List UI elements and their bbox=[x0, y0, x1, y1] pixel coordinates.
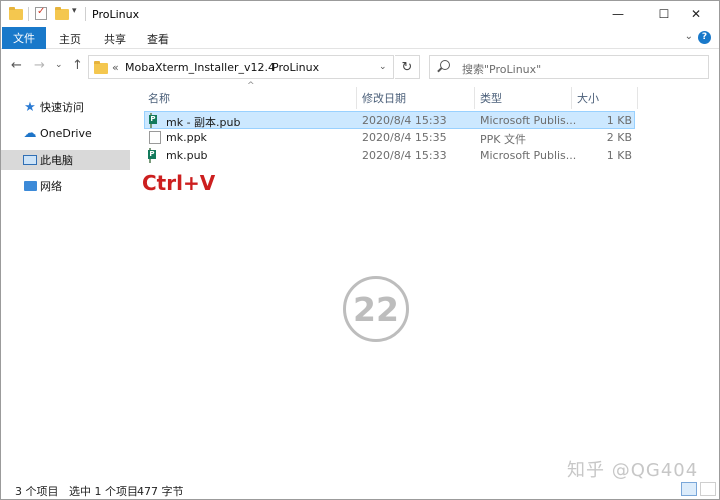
breadcrumb-overflow[interactable]: « bbox=[112, 61, 119, 74]
tab-home[interactable]: 主页 bbox=[59, 31, 81, 47]
search-icon bbox=[440, 60, 450, 70]
sort-ascending-icon: ^ bbox=[247, 81, 255, 91]
tab-view[interactable]: 查看 bbox=[147, 31, 169, 47]
status-bar: 3 个项目 选中 1 个项目 477 字节 bbox=[1, 479, 719, 499]
address-bar[interactable]: « MobaXterm_Installer_v12.4 › ProLinux ⌄ bbox=[88, 55, 394, 79]
column-divider[interactable] bbox=[474, 87, 475, 109]
file-row[interactable]: mk - 副本.pub 2020/8/4 15:33 Microsoft Pub… bbox=[144, 111, 635, 129]
cloud-icon: ☁ bbox=[23, 125, 37, 141]
file-type: Microsoft Publis... bbox=[480, 114, 577, 127]
sidebar-item-onedrive[interactable]: ☁ OneDrive bbox=[1, 123, 130, 143]
item-count: 3 个项目 bbox=[15, 485, 59, 498]
step-number-badge: 22 bbox=[343, 276, 409, 342]
refresh-button[interactable]: ↻ bbox=[395, 55, 420, 79]
file-size: 2 KB bbox=[606, 131, 632, 144]
up-button[interactable]: ↑ bbox=[72, 58, 83, 73]
customize-toolbar-icon[interactable]: ▾ bbox=[72, 6, 77, 20]
forward-button[interactable]: → bbox=[34, 58, 45, 73]
column-divider[interactable] bbox=[637, 87, 638, 109]
sidebar-item-label: OneDrive bbox=[40, 126, 92, 140]
divider bbox=[28, 7, 29, 21]
ribbon: 文件 主页 共享 查看 ⌄ ? bbox=[1, 27, 719, 49]
file-name: mk.pub bbox=[166, 149, 208, 162]
column-header-type[interactable]: 类型 bbox=[480, 87, 502, 109]
large-icons-view-button[interactable] bbox=[700, 482, 716, 496]
sidebar-item-quick-access[interactable]: ★ 快速访问 bbox=[1, 97, 130, 117]
breadcrumb-separator: › bbox=[260, 60, 264, 71]
column-header-size[interactable]: 大小 bbox=[577, 87, 599, 109]
navigation-bar: ← → ⌄ ↑ « MobaXterm_Installer_v12.4 › Pr… bbox=[1, 49, 719, 83]
network-icon bbox=[23, 179, 37, 193]
file-date: 2020/8/4 15:33 bbox=[362, 114, 447, 127]
breadcrumb-installer[interactable]: MobaXterm_Installer_v12.4 bbox=[125, 61, 275, 74]
publisher-file-icon bbox=[150, 113, 152, 128]
address-dropdown-icon[interactable]: ⌄ bbox=[379, 62, 387, 72]
blank-file-icon bbox=[149, 131, 161, 144]
explorer-window: ▾ ProLinux — ☐ ✕ 文件 主页 共享 查看 ⌄ ? ← → ⌄ ↑… bbox=[0, 0, 720, 500]
file-type: PPK 文件 bbox=[480, 133, 526, 146]
selection-count: 选中 1 个项目 bbox=[69, 485, 138, 498]
recent-locations-button[interactable]: ⌄ bbox=[55, 60, 63, 70]
file-row[interactable]: mk.ppk 2020/8/4 15:35 PPK 文件 2 KB bbox=[144, 129, 635, 147]
back-button[interactable]: ← bbox=[11, 58, 22, 73]
help-icon[interactable]: ? bbox=[698, 31, 711, 44]
file-type: Microsoft Publis... bbox=[480, 149, 577, 162]
window-title: ProLinux bbox=[92, 8, 140, 21]
sidebar-item-label: 网络 bbox=[40, 180, 62, 193]
file-size: 1 KB bbox=[606, 114, 632, 127]
selection-size: 477 字节 bbox=[137, 485, 184, 498]
title-bar: ▾ ProLinux — ☐ ✕ bbox=[1, 1, 719, 27]
column-divider[interactable] bbox=[356, 87, 357, 109]
search-input[interactable]: 搜索"ProLinux" bbox=[462, 61, 541, 77]
sidebar-item-label: 快速访问 bbox=[40, 101, 84, 114]
file-date: 2020/8/4 15:35 bbox=[362, 131, 447, 144]
properties-icon[interactable] bbox=[35, 6, 47, 21]
tab-file[interactable]: 文件 bbox=[2, 27, 46, 49]
breadcrumb-prolinux[interactable]: ProLinux bbox=[272, 61, 319, 74]
tab-share[interactable]: 共享 bbox=[104, 31, 126, 47]
column-header-name[interactable]: 名称 bbox=[148, 87, 170, 109]
ribbon-expand-icon[interactable]: ⌄ bbox=[685, 31, 693, 42]
folder-icon bbox=[94, 61, 108, 74]
publisher-file-icon bbox=[149, 148, 151, 163]
navigation-pane: ★ 快速访问 ☁ OneDrive 此电脑 网络 bbox=[1, 83, 132, 479]
new-folder-icon[interactable] bbox=[55, 7, 69, 21]
sidebar-item-network[interactable]: 网络 bbox=[1, 176, 130, 196]
sidebar-item-label: 此电脑 bbox=[40, 154, 73, 167]
minimize-button[interactable]: — bbox=[595, 1, 641, 27]
computer-icon bbox=[23, 153, 37, 167]
search-box[interactable]: 搜索"ProLinux" bbox=[429, 55, 709, 79]
column-divider[interactable] bbox=[571, 87, 572, 109]
file-size: 1 KB bbox=[606, 149, 632, 162]
divider bbox=[85, 7, 86, 21]
folder-icon bbox=[9, 7, 23, 21]
file-name: mk - 副本.pub bbox=[166, 116, 241, 129]
column-header-date[interactable]: 修改日期 bbox=[362, 87, 406, 109]
details-view-button[interactable] bbox=[681, 482, 697, 496]
file-row[interactable]: mk.pub 2020/8/4 15:33 Microsoft Publis..… bbox=[144, 147, 635, 165]
close-button[interactable]: ✕ bbox=[673, 1, 719, 27]
star-icon: ★ bbox=[24, 99, 36, 115]
file-date: 2020/8/4 15:33 bbox=[362, 149, 447, 162]
shortcut-annotation: Ctrl+V bbox=[142, 171, 216, 195]
file-name: mk.ppk bbox=[166, 131, 207, 144]
sidebar-item-this-pc[interactable]: 此电脑 bbox=[1, 150, 130, 170]
